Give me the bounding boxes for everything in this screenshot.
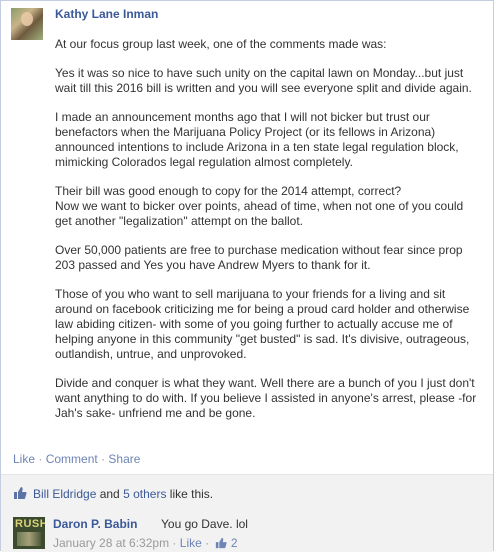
facebook-post: Kathy Lane Inman At our focus group last…	[0, 0, 494, 552]
thumbs-up-icon[interactable]	[215, 537, 228, 549]
comment-like-count[interactable]: 2	[231, 536, 238, 550]
others-link[interactable]: 5 others	[123, 487, 166, 501]
post-paragraph: Over 50,000 patients are free to purchas…	[55, 243, 463, 272]
separator: ·	[101, 452, 106, 466]
likes-text: Bill Eldridge and 5 others like this.	[33, 487, 213, 501]
post-paragraph: Yes it was so nice to have such unity on…	[55, 66, 472, 95]
share-link[interactable]: Share	[108, 452, 140, 466]
thumbs-up-icon	[14, 487, 27, 499]
separator: ·	[205, 536, 210, 550]
comment-meta: January 28 at 6:32pm · Like · 2	[53, 536, 238, 550]
post-author-name[interactable]: Kathy Lane Inman	[55, 7, 158, 21]
liker-name-link[interactable]: Bill Eldridge	[33, 487, 96, 501]
likes-conjunction: and	[96, 487, 124, 501]
like-link[interactable]: Like	[13, 452, 35, 466]
commenter-name[interactable]: Daron P. Babin	[53, 517, 137, 531]
author-avatar[interactable]	[11, 8, 43, 40]
likes-suffix: like this.	[166, 487, 214, 501]
post-body: At our focus group last week, one of the…	[55, 37, 483, 435]
post-paragraph: At our focus group last week, one of the…	[55, 37, 387, 51]
commenter-avatar[interactable]: RUSH	[13, 517, 45, 549]
post-paragraph: Now we want to bicker over points, ahead…	[55, 199, 464, 228]
separator: ·	[38, 452, 43, 466]
comment-timestamp[interactable]: January 28 at 6:32pm	[53, 536, 169, 550]
comment-link[interactable]: Comment	[46, 452, 98, 466]
comment-text: You go Dave. lol	[161, 517, 248, 531]
avatar-image	[17, 532, 41, 546]
avatar-logo-text: RUSH	[15, 518, 45, 530]
post-paragraph: Those of you who want to sell marijuana …	[55, 287, 470, 361]
post-paragraph: Divide and conquer is what they want. We…	[55, 376, 477, 420]
post-paragraph: Their bill was good enough to copy for t…	[55, 184, 402, 198]
separator: ·	[172, 536, 177, 550]
comment-like-link[interactable]: Like	[180, 536, 202, 550]
comment-item: RUSH Daron P. Babin You go Dave. lol Jan…	[1, 511, 493, 552]
likes-summary: Bill Eldridge and 5 others like this.	[1, 474, 493, 512]
post-actions: Like · Comment · Share	[13, 452, 140, 466]
post-paragraph: I made an announcement months ago that I…	[55, 110, 459, 169]
